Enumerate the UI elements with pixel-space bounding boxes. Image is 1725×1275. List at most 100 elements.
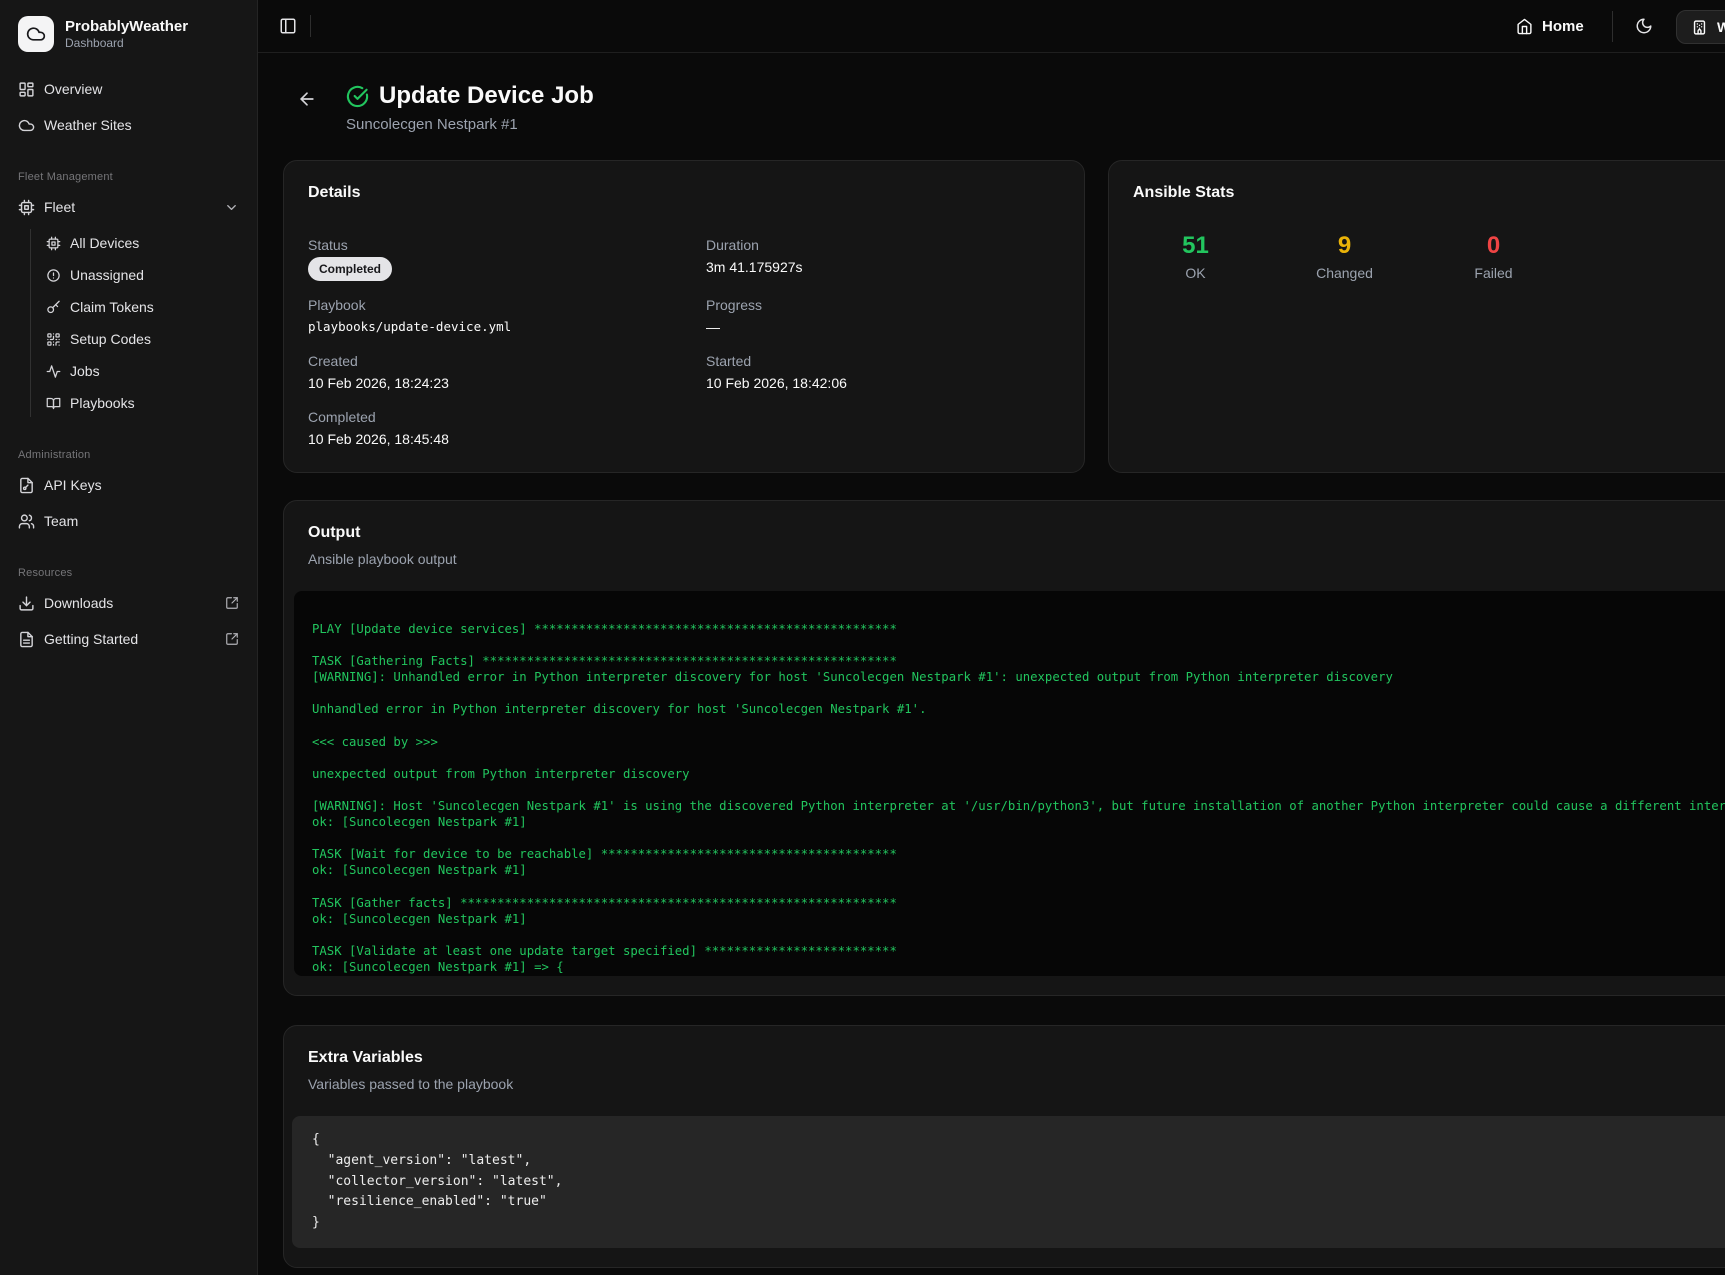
terminal-text: PLAY [Update device services] **********… [312,621,1725,975]
sidebar-item-setup-codes[interactable]: Setup Codes [0,323,257,355]
extra-variables-title: Extra Variables [308,1048,1725,1068]
chevron-down-icon[interactable] [224,200,239,215]
cloud-icon [18,117,35,134]
details-title: Details [308,183,1060,203]
station-button-label: Wa [1717,19,1725,35]
ansible-stats-card: Ansible Stats 51 OK 9 Changed 0 Failed [1108,160,1725,473]
page-subtitle: Suncolecgen Nestpark #1 [346,116,594,133]
brand-name: ProbablyWeather [65,18,188,36]
section-administration: Administration [0,449,257,461]
cpu-icon [18,199,35,216]
ansible-output-terminal[interactable]: PLAY [Update device services] **********… [294,591,1725,976]
sidebar-toggle-button[interactable] [275,13,301,39]
building-icon [1691,19,1708,36]
sidebar-item-unassigned[interactable]: Unassigned [0,259,257,291]
extra-variables-card: Extra Variables Variables passed to the … [283,1025,1725,1268]
file-key-icon [18,477,35,494]
sidebar-item-fleet[interactable]: Fleet [0,191,257,223]
brand: ProbablyWeather Dashboard [0,0,257,52]
field-value: 3m 41.175927s [706,257,1060,277]
status-badge: Completed [308,257,392,281]
file-text-icon [18,631,35,648]
sidebar-item-downloads[interactable]: Downloads [0,587,257,619]
station-button[interactable]: Wa [1676,10,1725,44]
sidebar-item-api-keys[interactable]: API Keys [0,469,257,501]
field-value: — [706,317,1060,337]
external-link-icon [225,632,239,646]
section-resources: Resources [0,567,257,579]
sidebar-item-label: Fleet [44,199,75,215]
cloud-logo-icon [26,24,46,44]
section-fleet-management: Fleet Management [0,171,257,183]
check-circle-icon [346,85,369,108]
output-title: Output [308,523,1725,543]
home-label: Home [1542,18,1584,35]
sidebar-item-team[interactable]: Team [0,505,257,537]
field-label: Duration [706,235,1060,255]
sidebar-item-label: Setup Codes [70,331,151,347]
output-card: Output Ansible playbook output PLAY [Upd… [283,500,1725,996]
sidebar-item-overview[interactable]: Overview [0,73,257,105]
sidebar-item-label: Overview [44,81,102,97]
field-label: Status [308,235,706,255]
field-playbook: Playbook playbooks/update-device.yml [308,295,706,337]
page-header: Update Device Job Suncolecgen Nestpark #… [346,80,594,133]
stat-ok-label: OK [1121,265,1270,281]
stat-changed-value: 9 [1270,231,1419,261]
topbar: Home Wa [258,0,1725,53]
sidebar-item-label: Downloads [44,595,113,611]
field-completed: Completed 10 Feb 2026, 18:45:48 [308,407,706,449]
sidebar-item-label: Unassigned [70,267,144,283]
field-label: Started [706,351,1060,371]
external-link-icon [225,596,239,610]
ansible-stats-title: Ansible Stats [1133,183,1725,203]
key-icon [46,300,61,315]
details-card: Details Status Completed Duration 3m 41.… [283,160,1085,473]
field-progress: Progress — [706,295,1060,337]
field-duration: Duration 3m 41.175927s [706,235,1060,281]
field-started: Started 10 Feb 2026, 18:42:06 [706,351,1060,393]
fleet-subnav: All Devices Unassigned Claim Tokens [0,227,257,419]
sidebar-item-weather-sites[interactable]: Weather Sites [0,109,257,141]
sidebar-item-claim-tokens[interactable]: Claim Tokens [0,291,257,323]
sidebar-item-all-devices[interactable]: All Devices [0,227,257,259]
stat-failed-label: Failed [1419,265,1568,281]
field-value: 10 Feb 2026, 18:42:06 [706,373,1060,393]
back-button[interactable] [296,88,318,110]
sidebar-item-label: Weather Sites [44,117,132,133]
sidebar-item-label: Jobs [70,363,100,379]
sidebar-item-label: Claim Tokens [70,299,154,315]
sidebar: ProbablyWeather Dashboard Overview Weath… [0,0,258,1275]
qr-code-icon [46,332,61,347]
field-label: Created [308,351,706,371]
topbar-separator [310,15,311,37]
arrow-left-icon [297,89,317,109]
users-icon [18,513,35,530]
stat-changed-label: Changed [1270,265,1419,281]
stat-failed-value: 0 [1419,231,1568,261]
topbar-divider [1612,11,1613,42]
field-status: Status Completed [308,235,706,281]
sidebar-item-getting-started[interactable]: Getting Started [0,623,257,655]
sidebar-item-jobs[interactable]: Jobs [0,355,257,387]
alert-circle-icon [46,268,61,283]
field-label: Completed [308,407,706,427]
extra-variables-code[interactable]: { "agent_version": "latest", "collector_… [292,1116,1725,1248]
download-icon [18,595,35,612]
book-open-icon [46,396,61,411]
page-title: Update Device Job [379,80,594,112]
theme-toggle-button[interactable] [1632,14,1656,38]
activity-icon [46,364,61,379]
sidebar-item-label: All Devices [70,235,139,251]
sidebar-item-playbooks[interactable]: Playbooks [0,387,257,419]
dashboard-icon [18,81,35,98]
extra-variables-subtitle: Variables passed to the playbook [308,1074,1725,1094]
field-value: playbooks/update-device.yml [308,317,706,337]
app-window: ProbablyWeather Dashboard Overview Weath… [0,0,1725,1275]
field-value: 10 Feb 2026, 18:45:48 [308,429,706,449]
cpu-icon [46,236,61,251]
sidebar-item-label: Getting Started [44,631,138,647]
home-link[interactable]: Home [1516,0,1584,53]
brand-logo [18,16,54,52]
output-subtitle: Ansible playbook output [308,549,1725,569]
